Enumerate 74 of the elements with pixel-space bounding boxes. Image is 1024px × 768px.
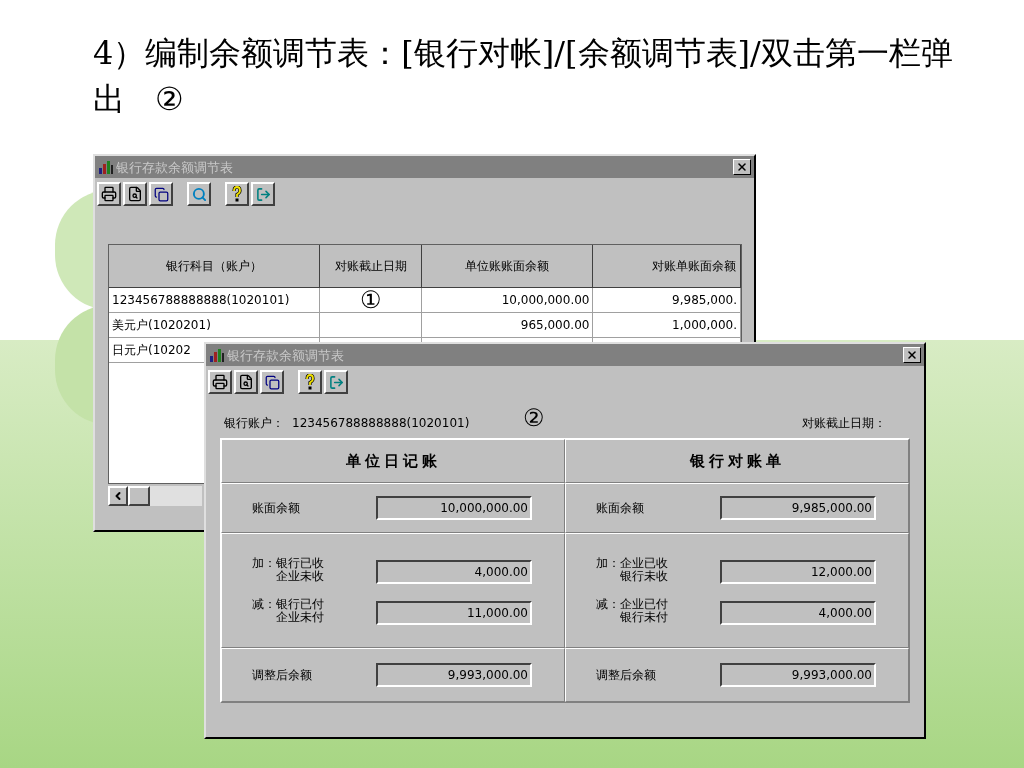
- field-label: 调整后余额: [252, 667, 313, 684]
- amount-field[interactable]: 9,993,000.00: [720, 663, 876, 687]
- table-cell: 10,000,000.00: [422, 288, 594, 313]
- printer-icon: [101, 186, 117, 202]
- page-magnifier-icon: [127, 186, 143, 202]
- close-icon: [906, 349, 918, 361]
- printer-icon: [212, 374, 228, 390]
- question-mark-icon: [232, 186, 242, 202]
- copy-button[interactable]: [149, 182, 173, 206]
- adjustment-sign: 加：: [252, 556, 276, 572]
- callout-number: ①: [359, 288, 382, 312]
- window-title: 银行存款余额调节表: [116, 160, 233, 174]
- search-button[interactable]: [187, 182, 211, 206]
- scroll-thumb[interactable]: [128, 486, 150, 506]
- slide-heading: 4）编制余额调节表：[银行对帐]/[余额调节表]/双击第一栏弹出 ②: [93, 33, 954, 120]
- print-button[interactable]: [97, 182, 121, 206]
- exit-button[interactable]: [251, 182, 275, 206]
- amount-field[interactable]: 11,000.00: [376, 600, 532, 625]
- amount-field[interactable]: 10,000,000.00: [376, 496, 532, 520]
- amount-field[interactable]: 4,000.00: [720, 600, 876, 625]
- field-label: 账面余额: [596, 500, 645, 517]
- exit-door-icon: [255, 186, 271, 202]
- search-icon: [191, 186, 207, 202]
- field-label: 企业已收: [620, 556, 668, 570]
- bar-chart-icon: [98, 159, 114, 175]
- table-cell: 965,000.00: [422, 313, 594, 338]
- callout-number: ②: [523, 406, 546, 430]
- close-button[interactable]: [733, 159, 751, 175]
- account-value: 123456788888888(1020101): [292, 415, 470, 432]
- help-button[interactable]: [225, 182, 249, 206]
- table-cell: 美元户(1020201): [109, 313, 321, 338]
- column-header[interactable]: 对账截止日期: [320, 245, 422, 288]
- section-title: 单位日记账: [345, 450, 441, 472]
- table-cell: 1,000,000.: [593, 313, 741, 338]
- amount-field[interactable]: 9,985,000.00: [720, 496, 876, 520]
- amount-field[interactable]: 12,000.00: [720, 559, 876, 584]
- field-label: 企业未收: [276, 569, 324, 583]
- table-cell: 9,985,000.: [593, 288, 741, 313]
- horizontal-scrollbar[interactable]: [108, 486, 202, 506]
- exit-button[interactable]: [324, 370, 348, 394]
- scroll-left-button[interactable]: [108, 486, 128, 506]
- field-label: 企业已付: [620, 597, 668, 611]
- print-button[interactable]: [208, 370, 232, 394]
- copy-button[interactable]: [260, 370, 284, 394]
- column-header[interactable]: 对账单账面余额: [593, 245, 741, 288]
- exit-door-icon: [328, 374, 344, 390]
- field-label: 调整后余额: [596, 667, 657, 684]
- adjustment-sign: 减：: [252, 597, 276, 613]
- help-button[interactable]: [298, 370, 322, 394]
- page-magnifier-icon: [238, 374, 254, 390]
- field-label: 银行已收: [276, 556, 324, 570]
- copy-icon: [264, 374, 280, 390]
- amount-field[interactable]: 9,993,000.00: [376, 663, 532, 687]
- section-title: 银行对账单: [689, 450, 785, 472]
- field-label: 银行已付: [276, 597, 324, 611]
- date-label: 对账截止日期：: [802, 415, 886, 432]
- column-header[interactable]: 银行科目（账户）: [109, 245, 321, 288]
- adjustment-sign: 加：: [596, 556, 620, 572]
- account-label: 银行账户：: [224, 415, 284, 432]
- field-label: 银行未收: [620, 569, 668, 583]
- question-mark-icon: [305, 374, 315, 390]
- adjustment-sign: 减：: [596, 597, 620, 613]
- field-label: 企业未付: [276, 610, 324, 624]
- field-label: 银行未付: [620, 610, 668, 624]
- amount-field[interactable]: 4,000.00: [376, 559, 532, 584]
- bar-chart-icon: [209, 347, 225, 363]
- preview-button[interactable]: [234, 370, 258, 394]
- column-header[interactable]: 单位账账面余额: [422, 245, 594, 288]
- close-icon: [736, 161, 748, 173]
- table-cell: 123456788888888(1020101): [109, 288, 321, 313]
- copy-icon: [153, 186, 169, 202]
- close-button[interactable]: [903, 347, 921, 363]
- field-label: 账面余额: [252, 500, 301, 517]
- preview-button[interactable]: [123, 182, 147, 206]
